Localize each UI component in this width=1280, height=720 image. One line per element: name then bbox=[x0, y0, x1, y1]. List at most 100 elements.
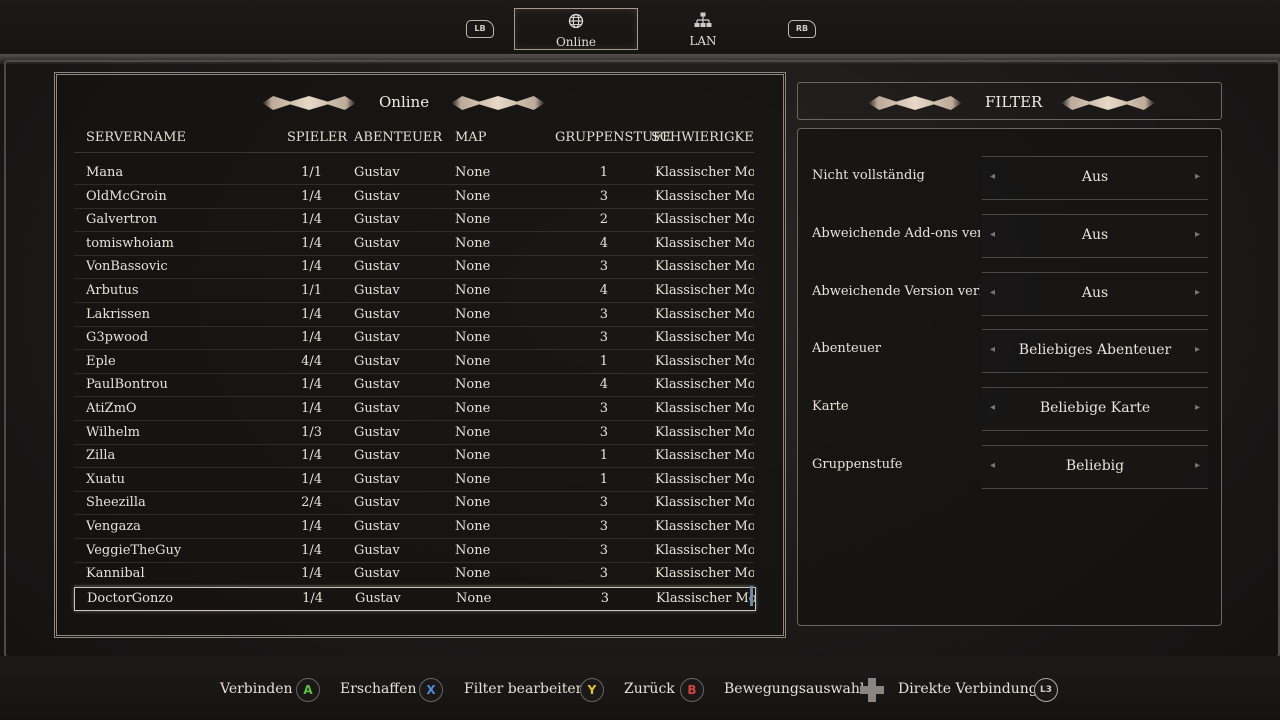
server-row[interactable]: G3pwood 1/4 Gustav None 3 Klassischer Modus bbox=[74, 327, 754, 351]
cell-abenteuer: Gustav bbox=[354, 212, 400, 228]
cell-spieler: 4/4 bbox=[301, 353, 322, 369]
filter-selector[interactable]: ◂ Beliebige Karte ▸ bbox=[982, 387, 1208, 432]
cell-schwierigkeit: Klassischer Modus bbox=[655, 283, 754, 298]
dpad-icon[interactable] bbox=[860, 678, 884, 702]
filter-selector[interactable]: ◂ Aus ▸ bbox=[982, 156, 1208, 200]
arrow-right-icon[interactable]: ▸ bbox=[1195, 344, 1200, 355]
cell-schwierigkeit: Klassischer Modus bbox=[655, 542, 754, 558]
y-button-icon[interactable]: Y bbox=[580, 678, 604, 702]
server-row[interactable]: Galvertron 1/4 Gustav None 2 Klassischer Modu… bbox=[74, 209, 754, 233]
cell-schwierigkeit: Klassischer Modus bbox=[655, 212, 754, 228]
server-row[interactable]: Sheezilla 2/4 Gustav None 3 Klassischer Modus bbox=[74, 492, 754, 516]
arrow-right-icon[interactable]: ▸ bbox=[1195, 460, 1200, 471]
col-header-servername[interactable]: SERVERNAME bbox=[86, 130, 186, 145]
filter-label: Abweichende Add-ons verbergen bbox=[812, 225, 980, 241]
col-header-schwierigkeit[interactable]: SCHWIERIGKEIT bbox=[651, 130, 754, 145]
cell-gruppenstufe: 1 bbox=[599, 448, 608, 464]
scrollbar[interactable] bbox=[750, 162, 753, 622]
filter-value: Beliebige Karte bbox=[1039, 400, 1151, 417]
scrollbar-thumb[interactable] bbox=[750, 586, 753, 606]
cell-spieler: 2/4 bbox=[301, 495, 322, 511]
arrow-right-icon[interactable]: ▸ bbox=[1195, 287, 1200, 298]
cell-abenteuer: Gustav bbox=[354, 542, 400, 558]
cell-servername: VeggieTheGuy bbox=[86, 542, 182, 558]
cell-gruppenstufe: 3 bbox=[599, 566, 608, 582]
tab-lan-label: LAN bbox=[689, 34, 717, 48]
server-row[interactable]: Lakrissen 1/4 Gustav None 3 Klassischer Modus bbox=[74, 304, 754, 327]
title-ornament-right bbox=[451, 96, 545, 110]
filter-selector[interactable]: ◂ Beliebig ▸ bbox=[982, 445, 1208, 489]
header-divider bbox=[74, 152, 754, 153]
filter-selector[interactable]: ◂ Aus ▸ bbox=[982, 213, 1208, 258]
tab-online[interactable]: Online bbox=[514, 8, 638, 50]
cell-map: None bbox=[455, 377, 491, 393]
cell-servername: Arbutus bbox=[86, 283, 139, 298]
server-row[interactable]: VonBassovic 1/4 Gustav None 3 Klassischer Mod… bbox=[74, 256, 754, 280]
lb-bumper-icon[interactable]: LB bbox=[466, 20, 494, 38]
cell-schwierigkeit: Klassischer Modus bbox=[655, 519, 754, 534]
cell-servername: Lakrissen bbox=[86, 306, 151, 322]
l3-button-icon[interactable]: L3 bbox=[1034, 678, 1058, 702]
col-header-spieler[interactable]: SPIELER bbox=[287, 130, 347, 145]
cell-abenteuer: Gustav bbox=[354, 401, 400, 416]
cell-servername: PaulBontrou bbox=[86, 377, 168, 393]
cell-map: None bbox=[456, 590, 492, 606]
arrow-right-icon[interactable]: ▸ bbox=[1195, 402, 1200, 413]
col-header-abenteuer[interactable]: ABENTEUER bbox=[354, 130, 442, 145]
server-row[interactable]: Zilla 1/4 Gustav None 1 Klassischer Modus bbox=[74, 445, 754, 469]
tab-online-label: Online bbox=[555, 35, 597, 49]
server-row[interactable]: AtiZmO 1/4 Gustav None 3 Klassischer Modus bbox=[74, 398, 754, 421]
rb-bumper-icon[interactable]: RB bbox=[788, 20, 816, 38]
a-button-icon[interactable]: A bbox=[296, 678, 320, 702]
server-row[interactable]: DoctorGonzo 1/4 Gustav None 3 Klassischer Mod… bbox=[74, 586, 756, 611]
cell-spieler: 1/4 bbox=[301, 377, 322, 393]
server-row[interactable]: Vengaza 1/4 Gustav None 3 Klassischer Modus bbox=[74, 516, 754, 539]
arrow-right-icon[interactable]: ▸ bbox=[1195, 171, 1200, 182]
server-row[interactable]: tomiswhoiam 1/4 Gustav None 4 Klassischer Mod… bbox=[74, 233, 754, 256]
cell-spieler: 1/4 bbox=[301, 542, 322, 558]
cell-map: None bbox=[455, 259, 491, 275]
cell-map: None bbox=[455, 165, 491, 180]
cell-map: None bbox=[455, 212, 491, 228]
x-button-icon[interactable]: X bbox=[419, 678, 443, 702]
cell-spieler: 1/4 bbox=[301, 235, 322, 251]
server-row[interactable]: Xuatu 1/4 Gustav None 1 Klassischer Modus bbox=[74, 469, 754, 492]
cell-schwierigkeit: Klassischer Modus bbox=[655, 330, 754, 346]
filter-label: Abenteuer bbox=[812, 341, 881, 357]
arrow-right-icon[interactable]: ▸ bbox=[1195, 229, 1200, 240]
cell-spieler: 1/4 bbox=[301, 212, 322, 228]
server-row[interactable]: Eple 4/4 Gustav None 1 Klassischer Modus bbox=[74, 351, 754, 374]
hint-erschaffen: Erschaffen bbox=[340, 681, 417, 697]
cell-servername: Eple bbox=[86, 353, 116, 369]
server-row[interactable]: Arbutus 1/1 Gustav None 4 Klassischer Modus bbox=[74, 280, 754, 303]
filter-selector[interactable]: ◂ Aus ▸ bbox=[982, 271, 1208, 316]
tab-lan[interactable]: LAN bbox=[642, 8, 764, 48]
col-header-map[interactable]: MAP bbox=[455, 130, 486, 145]
server-row[interactable]: Mana 1/1 Gustav None 1 Klassischer Modus bbox=[74, 162, 754, 185]
cell-servername: Wilhelm bbox=[86, 424, 140, 440]
cell-gruppenstufe: 3 bbox=[599, 188, 608, 204]
cell-abenteuer: Gustav bbox=[354, 519, 400, 534]
cell-spieler: 1/4 bbox=[301, 519, 322, 534]
cell-schwierigkeit: Klassischer Modus bbox=[655, 377, 754, 393]
cell-abenteuer: Gustav bbox=[354, 165, 400, 180]
server-row[interactable]: PaulBontrou 1/4 Gustav None 4 Klassischer Mod… bbox=[74, 374, 754, 398]
cell-map: None bbox=[455, 542, 491, 558]
filter-value: Aus bbox=[1081, 284, 1109, 301]
cell-map: None bbox=[455, 330, 491, 346]
cell-servername: Sheezilla bbox=[86, 495, 146, 511]
filter-label: Gruppenstufe bbox=[812, 457, 903, 472]
filter-ornament-right bbox=[1061, 96, 1155, 110]
server-row[interactable]: OldMcGroin 1/4 Gustav None 3 Klassischer Modu… bbox=[74, 186, 754, 209]
b-button-icon[interactable]: B bbox=[680, 678, 704, 702]
server-row[interactable]: Kannibal 1/4 Gustav None 3 Klassischer Modus bbox=[74, 563, 754, 587]
filter-selector[interactable]: ◂ Beliebiges Abenteuer ▸ bbox=[982, 329, 1208, 374]
server-row[interactable]: Wilhelm 1/3 Gustav None 3 Klassischer Modus bbox=[74, 422, 754, 445]
cell-spieler: 1/4 bbox=[301, 330, 322, 346]
filter-panel bbox=[797, 128, 1222, 626]
cell-schwierigkeit: Klassischer Modus bbox=[655, 566, 754, 582]
cell-schwierigkeit: Klassischer Modus bbox=[655, 424, 754, 440]
filter-label: Abweichende Version verbergen bbox=[812, 283, 980, 299]
server-row[interactable]: VeggieTheGuy 1/4 Gustav None 3 Klassischer Mo… bbox=[74, 540, 754, 563]
cell-spieler: 1/4 bbox=[301, 306, 322, 322]
